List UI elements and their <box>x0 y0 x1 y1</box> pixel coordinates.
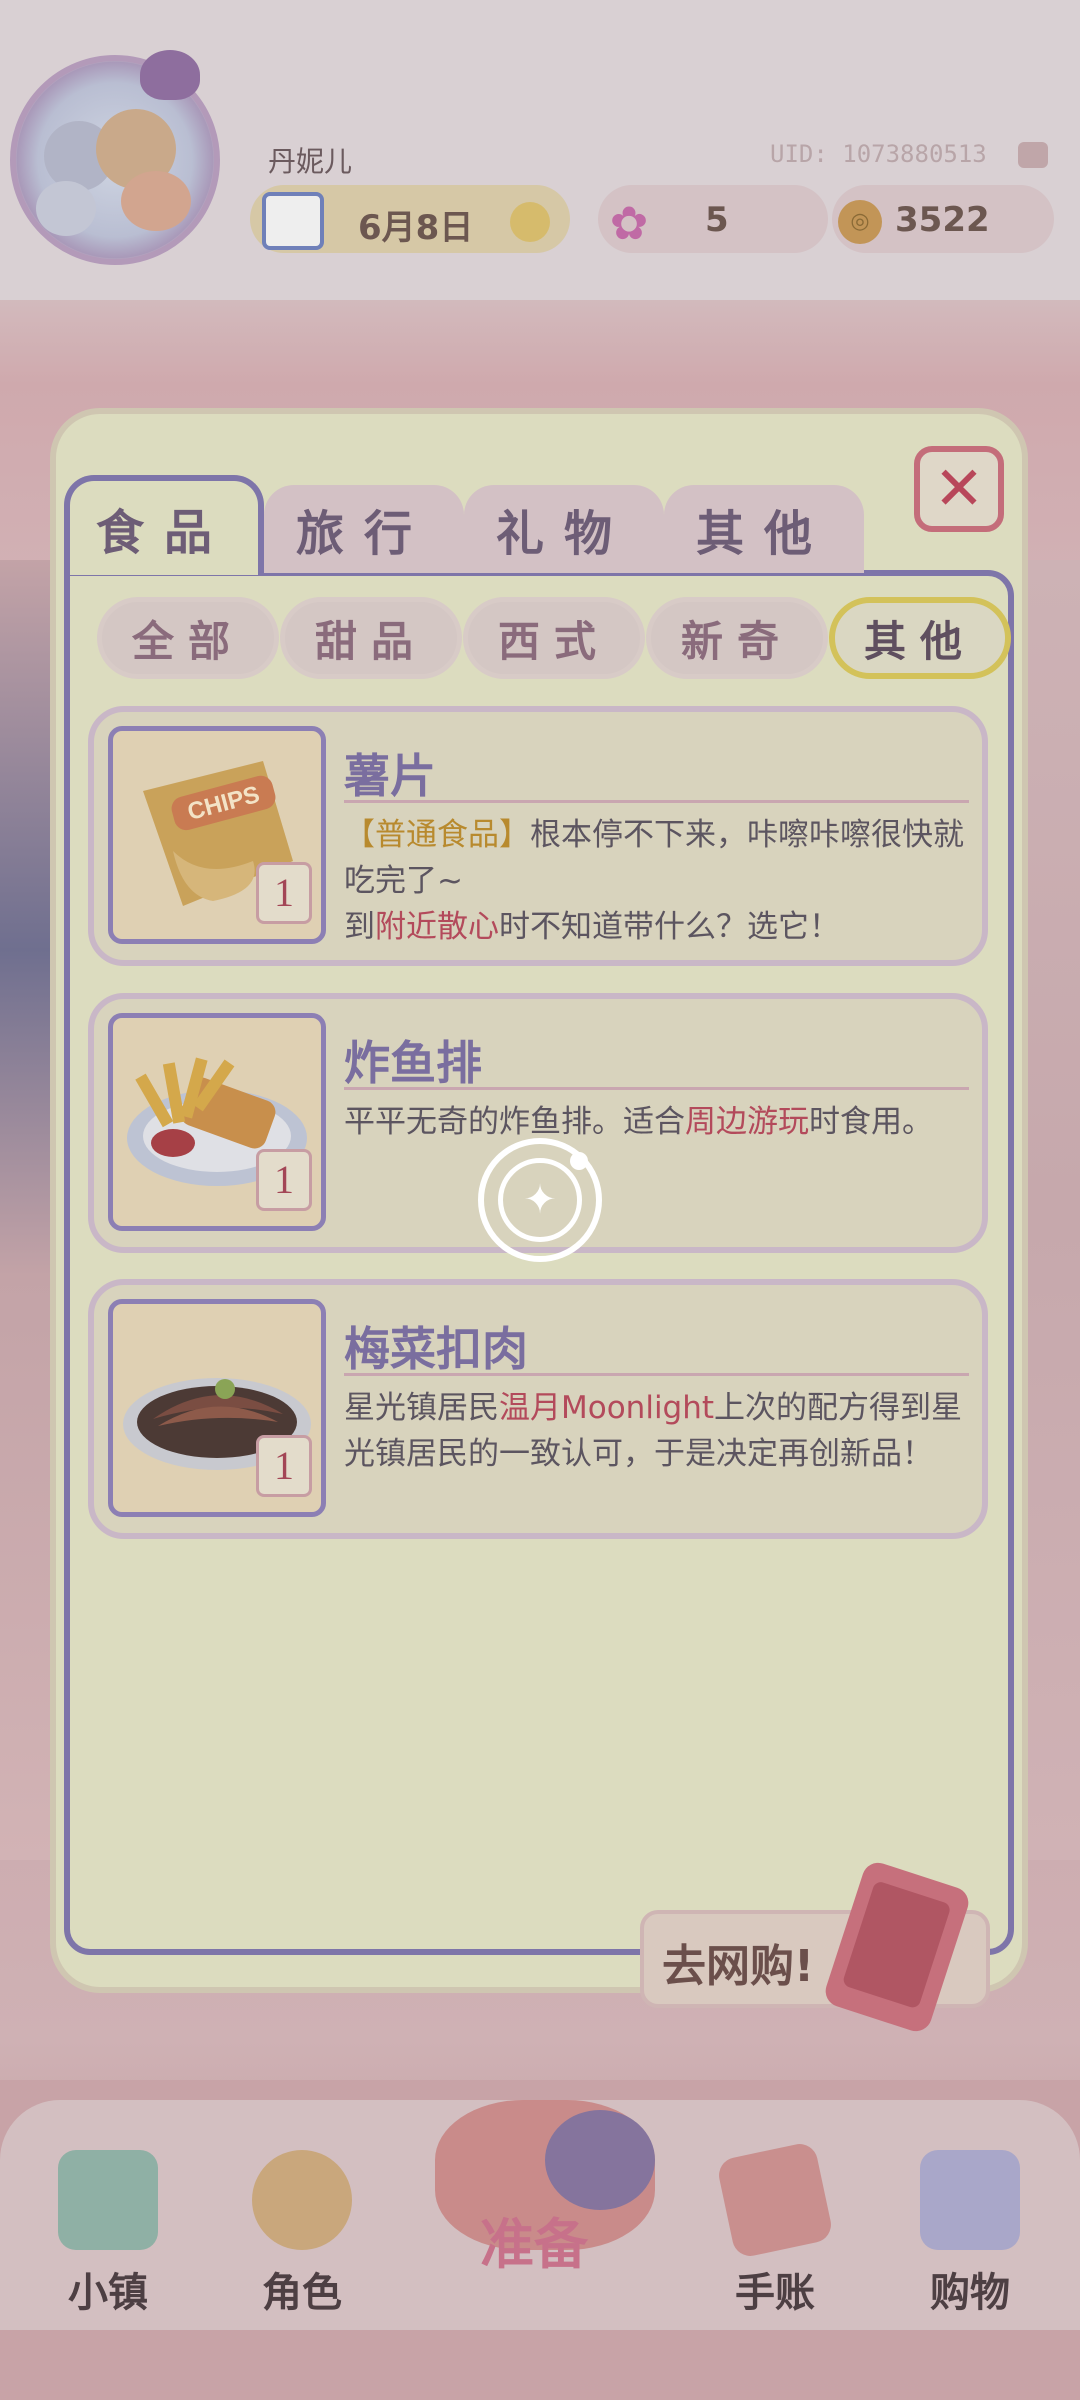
item-description: 平平无奇的炸鱼排。适合周边游玩时食用。 <box>344 1099 974 1145</box>
sun-weather-icon <box>510 202 550 242</box>
item-card-braised-pork[interactable]: 1 梅菜扣肉 星光镇居民温月Moonlight上次的配方得到星光镇居民的一致认可… <box>88 1279 988 1539</box>
bear-face-icon <box>121 171 191 231</box>
coins-count: 3522 <box>895 200 990 240</box>
desc-highlight: 温月Moonlight <box>499 1390 715 1426</box>
item-name: 薯片 <box>344 749 436 803</box>
background-wall-right <box>1020 560 1080 1860</box>
shopping-bag-icon <box>920 2150 1020 2250</box>
desc-text: 到 <box>344 909 375 945</box>
filter-all[interactable]: 全部 <box>97 597 279 679</box>
desc-text: 星光镇居民 <box>344 1390 499 1426</box>
go-shop-label[interactable]: 去网购! <box>662 1930 814 1994</box>
coin-icon: ◎ <box>838 200 882 244</box>
desc-text: 平平无奇的炸鱼排。适合 <box>344 1104 685 1140</box>
item-quantity: 1 <box>256 862 312 924</box>
kitten-face-icon <box>36 181 96 236</box>
tab-travel[interactable]: 旅行 <box>264 485 464 573</box>
mushroom-crown-icon <box>140 50 200 100</box>
player-name: 丹妮儿 <box>268 145 353 178</box>
nav-town[interactable]: 小镇 <box>38 2150 178 2318</box>
nav-shopping[interactable]: 购物 <box>900 2150 1040 2318</box>
item-quantity: 1 <box>256 1435 312 1497</box>
close-icon: ✕ <box>933 454 985 524</box>
nav-label: 角色 <box>262 2270 342 2316</box>
item-divider <box>344 800 969 803</box>
map-icon <box>58 2150 158 2250</box>
nav-label: 小镇 <box>68 2270 148 2316</box>
copy-uid-icon[interactable] <box>1018 142 1048 168</box>
player-uid: UID: 1073880513 <box>770 140 987 168</box>
item-name: 炸鱼排 <box>344 1036 482 1090</box>
hat-icon <box>545 2110 655 2210</box>
filter-novelty[interactable]: 新奇 <box>646 597 828 679</box>
desc-text: 时食用。 <box>809 1104 933 1140</box>
nav-label-prepare[interactable]: 准备 <box>480 2200 588 2279</box>
filter-western[interactable]: 西式 <box>463 597 645 679</box>
nav-journal[interactable]: 手账 <box>705 2140 845 2318</box>
item-description: 星光镇居民温月Moonlight上次的配方得到星光镇居民的一致认可，于是决定再创… <box>344 1385 974 1477</box>
spinner-dot <box>570 1152 588 1170</box>
item-description: 【普通食品】根本停不下来，咔嚓咔嚓很快就吃完了~ 到附近散心时不知道带什么？选它… <box>344 812 974 950</box>
desc-tag: 【普通食品】 <box>344 817 530 853</box>
loading-spinner: ✦ <box>478 1138 602 1262</box>
current-date: 6月8日 <box>358 208 474 248</box>
tab-other[interactable]: 其他 <box>664 485 864 573</box>
desc-text: 时不知道带什么？选它！ <box>499 909 840 945</box>
filter-other[interactable]: 其他 <box>829 597 1011 679</box>
nav-character[interactable]: 角色 <box>232 2150 372 2318</box>
header-scallop-edge <box>0 280 1080 310</box>
tab-gift[interactable]: 礼物 <box>464 485 664 573</box>
phone-screen <box>841 1880 952 2010</box>
stars-count: 5 <box>705 200 729 240</box>
item-card-chips[interactable]: CHIPS 1 薯片 【普通食品】根本停不下来，咔嚓咔嚓很快就吃完了~ 到附近散… <box>88 706 988 966</box>
nav-label: 购物 <box>930 2270 1010 2316</box>
filter-dessert[interactable]: 甜品 <box>280 597 462 679</box>
item-divider <box>344 1373 969 1376</box>
item-quantity: 1 <box>256 1149 312 1211</box>
desc-highlight: 附近散心 <box>375 909 499 945</box>
character-icon <box>252 2150 352 2250</box>
nav-label: 手账 <box>735 2270 815 2316</box>
item-divider <box>344 1087 969 1090</box>
sparkle-icon: ✦ <box>498 1158 582 1242</box>
tab-food[interactable]: 食品 <box>64 475 264 575</box>
desc-highlight: 周边游玩 <box>685 1104 809 1140</box>
item-name: 梅菜扣肉 <box>344 1322 528 1376</box>
calendar-icon <box>262 192 324 250</box>
journal-icon <box>715 2140 835 2260</box>
rainbow-star-icon: ✿ <box>609 196 649 250</box>
close-button[interactable]: ✕ <box>914 446 1004 532</box>
